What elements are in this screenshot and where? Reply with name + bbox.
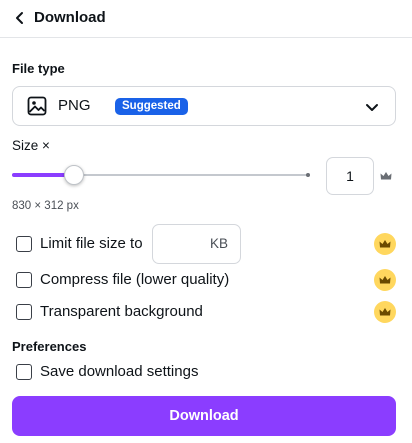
save-settings-row: Save download settings: [16, 363, 198, 380]
crown-icon: [380, 172, 392, 180]
dimensions-text: 830 × 312 px: [12, 200, 79, 212]
panel-header: Download: [0, 0, 412, 37]
crown-icon: [374, 269, 396, 291]
limit-file-size-row: Limit file size to: [16, 235, 143, 252]
chevron-down-icon: [366, 104, 378, 111]
size-label: Size ×: [12, 138, 50, 153]
size-slider[interactable]: [12, 163, 312, 187]
transparent-background-label: Transparent background: [40, 303, 203, 320]
download-button[interactable]: Download: [12, 396, 396, 436]
save-settings-checkbox[interactable]: [16, 364, 32, 380]
crown-icon: [374, 233, 396, 255]
compress-file-checkbox[interactable]: [16, 272, 32, 288]
slider-end-dot: [306, 173, 310, 177]
limit-file-size-checkbox[interactable]: [16, 236, 32, 252]
image-icon: [27, 96, 47, 116]
file-size-input[interactable]: [159, 234, 199, 254]
suggested-badge: Suggested: [115, 98, 188, 115]
slider-thumb[interactable]: [64, 165, 85, 185]
file-type-select[interactable]: PNG Suggested: [12, 86, 396, 126]
preferences-label: Preferences: [12, 339, 87, 354]
save-settings-label: Save download settings: [40, 363, 199, 380]
kb-unit-label: KB: [209, 236, 228, 251]
compress-file-row: Compress file (lower quality): [16, 271, 229, 288]
size-multiplier-input[interactable]: [326, 157, 374, 195]
file-type-value: PNG: [58, 97, 91, 114]
chevron-left-icon[interactable]: [13, 11, 27, 25]
crown-icon: [374, 301, 396, 323]
limit-file-size-label: Limit file size to: [40, 235, 143, 252]
header-divider: [0, 37, 412, 38]
transparent-background-checkbox[interactable]: [16, 304, 32, 320]
file-size-field[interactable]: KB: [152, 224, 241, 264]
compress-file-label: Compress file (lower quality): [40, 271, 230, 288]
file-type-label: File type: [12, 61, 65, 76]
transparent-background-row: Transparent background: [16, 303, 203, 320]
page-title: Download: [34, 9, 106, 26]
